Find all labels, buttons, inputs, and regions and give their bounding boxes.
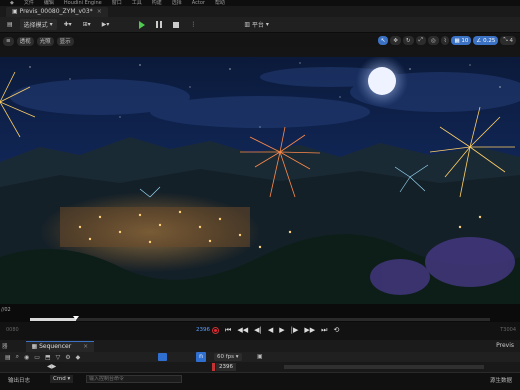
play-options-icon[interactable]: ⋮ — [186, 19, 200, 30]
current-frame: 2396 — [196, 327, 210, 333]
scrubber-handle[interactable] — [73, 316, 79, 320]
surface-snap-icon[interactable]: ⌇ — [440, 36, 450, 45]
cmd-dropdown[interactable]: Cmd ▾ — [50, 375, 74, 383]
grid-snap-button[interactable]: ▦ 10 — [451, 36, 472, 45]
play-icon[interactable]: ▶ — [279, 326, 284, 334]
show-label: 显示 — [59, 39, 71, 45]
prev-key-icon[interactable]: ◀| — [254, 326, 262, 334]
cmd-label: Cmd — [53, 376, 66, 382]
cine-scrubber: //02 — [0, 304, 520, 322]
moon — [368, 67, 396, 95]
title-bar: ▣ Previs_00080_ZYM_v03* × — [0, 6, 520, 17]
transport-controls: ⏮ ◀◀ ◀| ◀ ▶ |▶ ▶▶ ⏭ ⟲ — [212, 326, 345, 334]
level-tab[interactable]: ▣ Previs_00080_ZYM_v03* × — [6, 6, 108, 17]
save-icon[interactable]: ▤ — [5, 354, 11, 361]
status-bar: 输出日志 Cmd ▾ 源生数据 — [0, 372, 520, 390]
key-icon[interactable]: ◆ — [76, 354, 81, 361]
rotate-tool-icon[interactable]: ↻ — [402, 36, 414, 45]
filter-icon[interactable]: ▽ — [56, 354, 61, 361]
sequencer-icon: ▦ — [31, 343, 40, 350]
play-button[interactable] — [135, 19, 149, 30]
end-frame: T3004 — [500, 327, 516, 333]
panel-tabs: 器 ▦ Sequencer × Previs — [0, 340, 520, 352]
move-tool-icon[interactable]: ✥ — [390, 36, 401, 45]
record-icon[interactable]: ◉ — [24, 354, 29, 361]
sequencer-tab-label: Sequencer — [39, 343, 72, 350]
playhead-marker — [212, 363, 215, 371]
camera-icon[interactable]: ▭ — [34, 354, 40, 361]
level-icon: ▣ — [12, 8, 20, 15]
scale-snap-value: 4 — [509, 37, 514, 44]
show-button[interactable]: 显示 — [56, 36, 74, 46]
scrubber-track[interactable] — [30, 316, 490, 321]
select-mode-dropdown[interactable]: 选择模式 ▾ — [19, 19, 57, 30]
view-icon[interactable]: ▣ — [257, 353, 263, 360]
scale-snap-button[interactable]: ⤡ 4 — [500, 36, 516, 45]
viewport-right-tools: ↖ ✥ ↻ ⤢ ◎ ⌇ ▦ 10 ∠ 0.25 ⤡ 4 — [376, 36, 516, 45]
platform-dropdown[interactable]: ▥ 平台 ▾ — [240, 19, 273, 30]
lit-label: 光照 — [39, 39, 51, 45]
seq-play-icon[interactable]: ◀▶ — [47, 363, 56, 370]
viewport-render — [0, 57, 520, 304]
pause-icon — [156, 21, 163, 28]
search-icon[interactable]: ⌕ — [16, 353, 19, 361]
viewport-toolbar: ≡ 透视 光照 显示 ↖ ✥ ↻ ⤢ ◎ ⌇ ▦ 10 ∠ 0.25 ⤡ 4 — [0, 35, 520, 47]
snap-button[interactable]: n — [196, 352, 206, 362]
transport-bar: 0080 2396 ⏮ ◀◀ ◀| ◀ ▶ |▶ ▶▶ ⏭ ⟲ T3004 — [0, 322, 520, 340]
select-tool-icon[interactable]: ↖ — [377, 36, 389, 45]
render-icon[interactable]: ⬒ — [45, 354, 51, 361]
perspective-button[interactable]: 透视 — [16, 36, 34, 46]
play-reverse-icon[interactable]: ◀ — [268, 326, 273, 334]
level-viewport[interactable] — [0, 57, 520, 304]
viewport-menu-button[interactable]: ≡ — [3, 36, 14, 46]
lit-button[interactable]: 光照 — [36, 36, 54, 46]
jump-to-end-icon[interactable]: ⏭ — [321, 326, 327, 334]
town-buildings — [60, 207, 250, 247]
tab-sequencer[interactable]: ▦ Sequencer × — [25, 340, 95, 352]
scrubber-label: //02 — [1, 307, 11, 313]
world-icon[interactable]: ◎ — [427, 36, 439, 45]
platform-label: 平台 — [251, 22, 264, 29]
jump-to-start-icon[interactable]: ⏮ — [225, 326, 231, 334]
select-mode-label: 选择模式 — [23, 22, 48, 29]
console-input[interactable] — [86, 375, 182, 383]
stop-icon — [173, 21, 180, 28]
rotation-snap-button[interactable]: ∠ 0.25 — [473, 36, 499, 45]
stop-button[interactable] — [169, 19, 183, 30]
sequencer-time-row: ◀▶ 2396 — [0, 362, 520, 372]
scale-tool-icon[interactable]: ⤢ — [415, 36, 426, 45]
previs-label: Previs — [496, 342, 514, 349]
record-button[interactable] — [212, 326, 219, 334]
source-control-button[interactable]: 源生数据 — [490, 376, 512, 384]
start-frame: 0080 — [6, 327, 19, 333]
next-key-icon[interactable]: |▶ — [291, 326, 299, 334]
perspective-label: 透视 — [19, 39, 31, 45]
blueprint-icon[interactable]: ⊞▾ — [79, 19, 95, 30]
key-mode-button[interactable] — [158, 353, 167, 361]
fps-dropdown[interactable]: 60 fps ▾ — [214, 353, 242, 361]
fps-label: 60 fps — [217, 354, 235, 360]
play-icon — [139, 20, 146, 29]
cinematics-icon[interactable]: ▶▾ — [98, 19, 114, 30]
platform-icon: ▥ — [244, 21, 252, 28]
scrubber-progress — [30, 318, 76, 321]
loop-icon[interactable]: ⟲ — [333, 326, 339, 334]
step-forward-icon[interactable]: ▶▶ — [304, 326, 315, 334]
level-tab-title: Previs_00080_ZYM_v03* — [19, 8, 93, 15]
settings-icon[interactable]: ⚙ — [65, 354, 70, 361]
sequencer-toolbar: ▤ ⌕ ◉ ▭ ⬒ ▽ ⚙ ◆ n 60 fps ▾ ▣ — [0, 352, 520, 362]
sequencer-track-bar[interactable] — [284, 365, 484, 369]
pause-button[interactable] — [152, 19, 166, 30]
side-panel-label[interactable]: 器 — [2, 342, 8, 350]
sequencer-current-frame[interactable]: 2396 — [216, 363, 236, 371]
rotation-snap-value: 0.25 — [483, 37, 496, 44]
step-back-icon[interactable]: ◀◀ — [237, 326, 248, 334]
save-icon[interactable]: ▤ — [3, 19, 17, 30]
grid-snap-value: 10 — [461, 37, 469, 44]
add-actor-icon[interactable]: ✚▾ — [60, 19, 76, 30]
close-tab-icon[interactable]: × — [97, 8, 102, 15]
output-log-button[interactable]: 输出日志 — [8, 376, 30, 384]
main-toolbar: ▤ 选择模式 ▾ ✚▾ ⊞▾ ▶▾ ⋮ ▥ 平台 ▾ — [0, 17, 520, 33]
close-sequencer-icon[interactable]: × — [83, 343, 88, 350]
